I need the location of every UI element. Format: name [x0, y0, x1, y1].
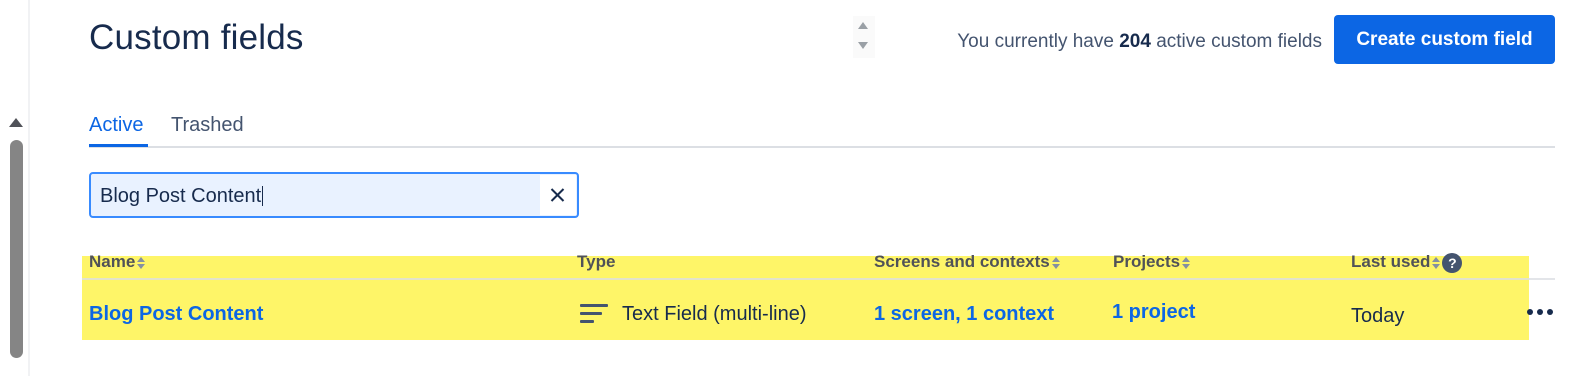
screens-contexts-link[interactable]: 1 screen, 1 context [874, 303, 1054, 326]
clear-search-icon[interactable] [540, 175, 576, 215]
text-lines-icon [580, 303, 608, 323]
sort-icon[interactable] [137, 256, 146, 269]
spinner-control[interactable] [853, 16, 875, 58]
sort-icon[interactable] [1182, 256, 1191, 269]
column-header-name[interactable]: Name [89, 252, 146, 272]
search-input[interactable]: Blog Post Content [89, 172, 579, 218]
active-tab-indicator [89, 144, 148, 147]
spinner-up-icon[interactable] [858, 22, 868, 29]
header-divider [82, 278, 1555, 280]
field-name-link[interactable]: Blog Post Content [89, 303, 263, 326]
search-input-value[interactable]: Blog Post Content [100, 186, 264, 206]
sort-icon[interactable] [1432, 256, 1441, 269]
tab-bar: Active Trashed [89, 112, 1555, 148]
scroll-up-arrow-icon[interactable] [9, 118, 23, 127]
column-header-type: Type [577, 252, 616, 271]
last-used-value: Today [1351, 305, 1405, 327]
scrollbar-thumb[interactable] [10, 140, 23, 358]
field-count-text: You currently have 204 active custom fie… [957, 31, 1322, 53]
column-header-screens-contexts[interactable]: Screens and contexts [874, 252, 1060, 272]
tab-active[interactable]: Active [89, 114, 143, 137]
spinner-down-icon[interactable] [858, 42, 868, 49]
count-suffix: active custom fields [1156, 31, 1322, 52]
sort-icon[interactable] [1051, 256, 1060, 269]
column-header-last-used[interactable]: Last used? [1351, 252, 1463, 273]
field-type: Text Field (multi-line) [622, 303, 807, 325]
projects-link[interactable]: 1 project [1112, 301, 1195, 324]
create-custom-field-button[interactable]: Create custom field [1334, 15, 1555, 64]
tab-trashed[interactable]: Trashed [171, 114, 244, 137]
page-title: Custom fields [89, 18, 304, 57]
left-rail [0, 0, 30, 376]
count-value: 204 [1119, 31, 1151, 52]
count-prefix: You currently have [957, 31, 1114, 52]
question-icon[interactable]: ? [1442, 252, 1463, 273]
row-highlight [82, 256, 1529, 340]
more-actions-icon[interactable] [1523, 300, 1559, 324]
column-header-projects[interactable]: Projects [1113, 252, 1191, 272]
